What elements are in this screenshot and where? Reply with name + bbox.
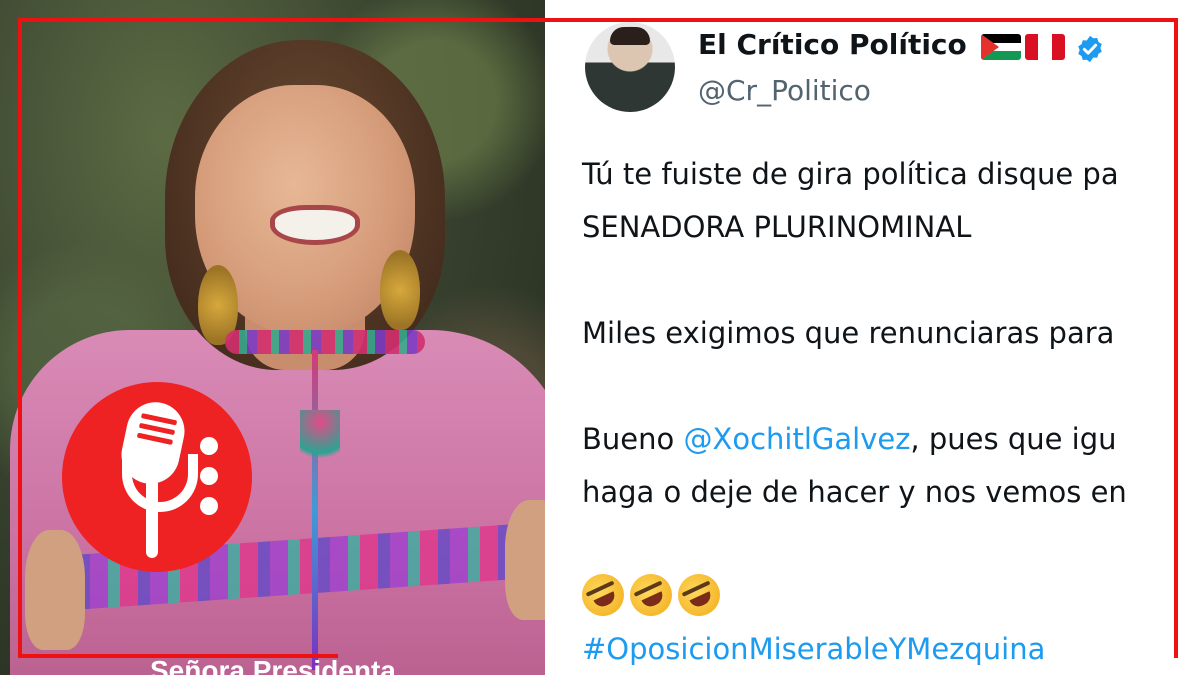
left-hand (25, 530, 85, 650)
frame-bottom-line (18, 654, 338, 658)
blouse-collar (225, 330, 425, 354)
tweet-card: El Crítico Político @Cr_Politico Tú te f… (545, 0, 1200, 675)
blouse-tassel (300, 410, 340, 470)
author-handle[interactable]: @Cr_Politico (698, 74, 871, 107)
right-earring (380, 250, 420, 330)
video-caption: Señora Presidenta (150, 655, 396, 675)
palestine-flag-icon (981, 34, 1021, 60)
blouse-tie (312, 350, 318, 670)
logo-dot (200, 497, 218, 515)
author-flags (981, 34, 1065, 60)
tweet-line-with-mention: Bueno @XochitlGalvez, pues que igu (582, 422, 1117, 456)
peru-flag-icon (1025, 34, 1065, 60)
hashtag-link[interactable]: #OposicionMiserableYMezquina (582, 632, 1045, 666)
tweet-line: SENADORA PLURINOMINAL (582, 210, 972, 244)
rofl-emoji-icon (575, 567, 631, 623)
frame-top-line (18, 18, 1178, 22)
tweet-line: Miles exigimos que renunciaras para (582, 316, 1115, 350)
frame-right-line (1174, 18, 1178, 658)
mention-link[interactable]: @XochitlGalvez (683, 422, 910, 456)
mouth (270, 205, 360, 245)
tweet-line: haga o deje de hacer y nos vemos en (582, 475, 1127, 509)
emoji-row (575, 567, 727, 623)
rofl-emoji-icon (623, 567, 679, 623)
frame-left-line (18, 18, 22, 658)
right-hand (505, 500, 545, 620)
mic-stem (146, 478, 158, 558)
verified-badge-icon (1078, 35, 1102, 63)
news-photo: Señora Presidenta (0, 0, 545, 675)
avatar[interactable] (585, 22, 675, 112)
author-name[interactable]: El Crítico Político (698, 28, 967, 61)
logo-dot (200, 467, 218, 485)
microphone-logo (62, 382, 252, 572)
rofl-emoji-icon (671, 567, 727, 623)
tweet-line: Tú te fuiste de gira política disque pa (582, 157, 1119, 191)
logo-dot (200, 437, 218, 455)
